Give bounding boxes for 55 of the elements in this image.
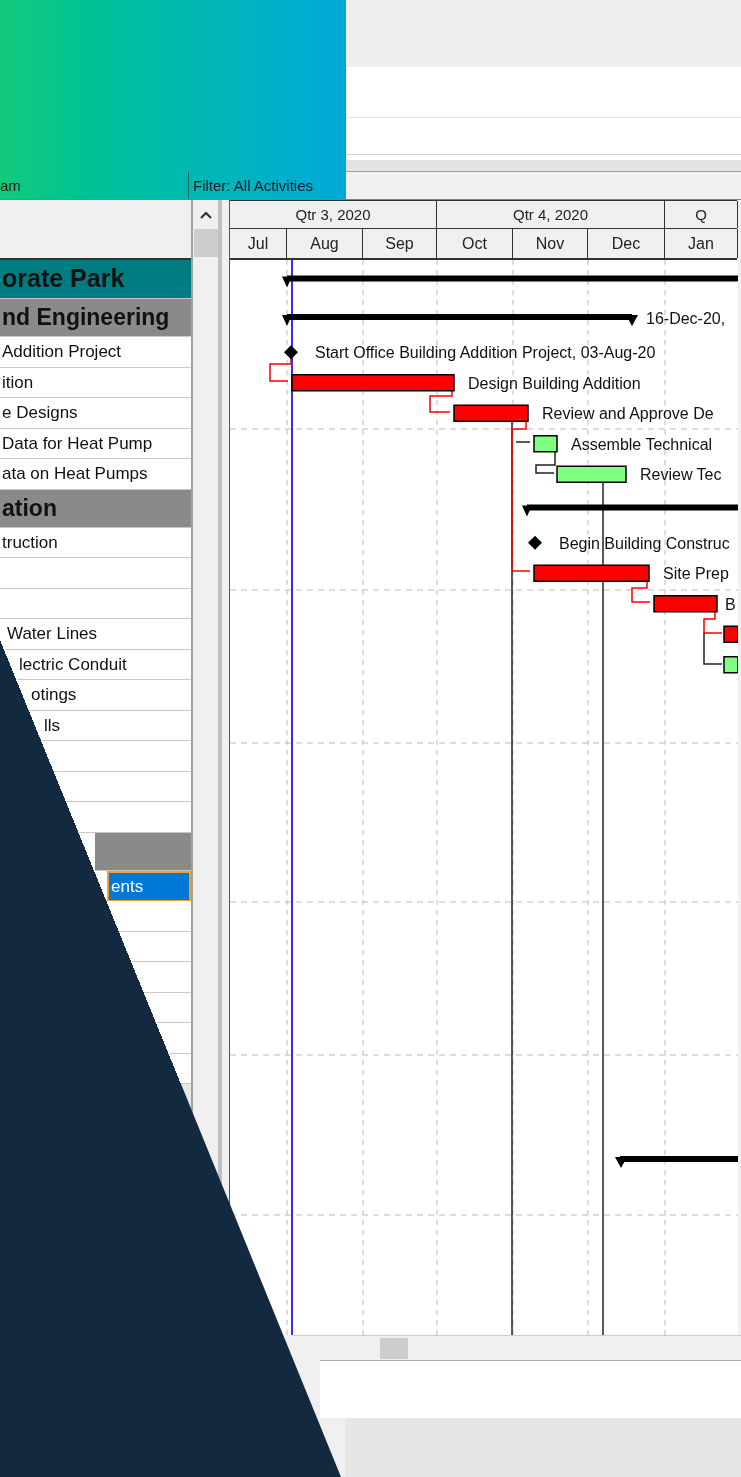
scrollbar-thumb[interactable] [380,1338,408,1359]
link-line [703,632,723,665]
task-bar [533,435,558,453]
bar-label: Assemble Technical [571,435,713,453]
activity-row[interactable]: ation [0,490,191,528]
quarter-header: Q [665,201,738,228]
scrollbar-thumb[interactable] [193,229,218,257]
task-bar [723,625,738,643]
link-line [703,610,723,634]
activity-name: lls [43,714,61,737]
month-header: Jan [665,229,738,258]
activity-name: lectric Conduit [18,653,127,676]
milestone-diamond [528,535,542,550]
task-bar [556,465,627,483]
activity-name: Data for Heat Pump [1,432,153,455]
bar-label: B [725,595,736,613]
activity-name: e Designs [1,402,78,425]
activity-name: ents [110,875,144,898]
scroll-up-icon[interactable] [198,210,213,220]
bar-label: Review Tec [640,466,722,484]
milestone-diamond [284,345,298,360]
activity-name: ition [1,371,34,394]
month-header: Nov [513,229,588,258]
quarter-header: Qtr 3, 2020 [230,201,437,228]
layout-label: am [0,172,189,199]
activity-name: orate Park [1,263,125,295]
activity-name: truction [1,531,58,554]
month-header: Jul [230,229,287,258]
horizontal-scrollbar[interactable] [293,1335,741,1360]
activity-name: nd Engineering [1,303,170,333]
activity-name: ata on Heat Pumps [1,463,148,486]
activity-row[interactable] [95,833,191,871]
activity-row[interactable]: nd Engineering [0,299,191,337]
month-header: Dec [588,229,665,258]
month-header: Aug [287,229,363,258]
activity-name: otings [30,684,77,707]
link-line [269,356,292,382]
activity-name: Addition Project [1,341,122,364]
filter-label: Filter: All Activities [192,176,314,196]
bar-label: Review and Approve De [542,405,714,423]
activity-name: ation [1,494,57,524]
task-bar [723,656,738,674]
task-bar [653,595,718,613]
month-header: Sep [363,229,437,258]
bar-label: Site Prep [663,565,729,583]
quarter-header: Qtr 4, 2020 [437,201,665,228]
month-header: Oct [437,229,513,258]
link-line [631,579,651,603]
activity-row[interactable]: orate Park [0,260,191,299]
activity-name: Water Lines [6,623,98,646]
bar-label: 16-Dec-20, [646,310,726,327]
activity-row[interactable]: ents [107,871,191,901]
bar-label: Design Building Addition [468,374,641,392]
bar-label: Start Office Building Addition Project, 03-Aug-20 [315,344,656,362]
bar-label: Begin Building Construc [559,534,730,552]
